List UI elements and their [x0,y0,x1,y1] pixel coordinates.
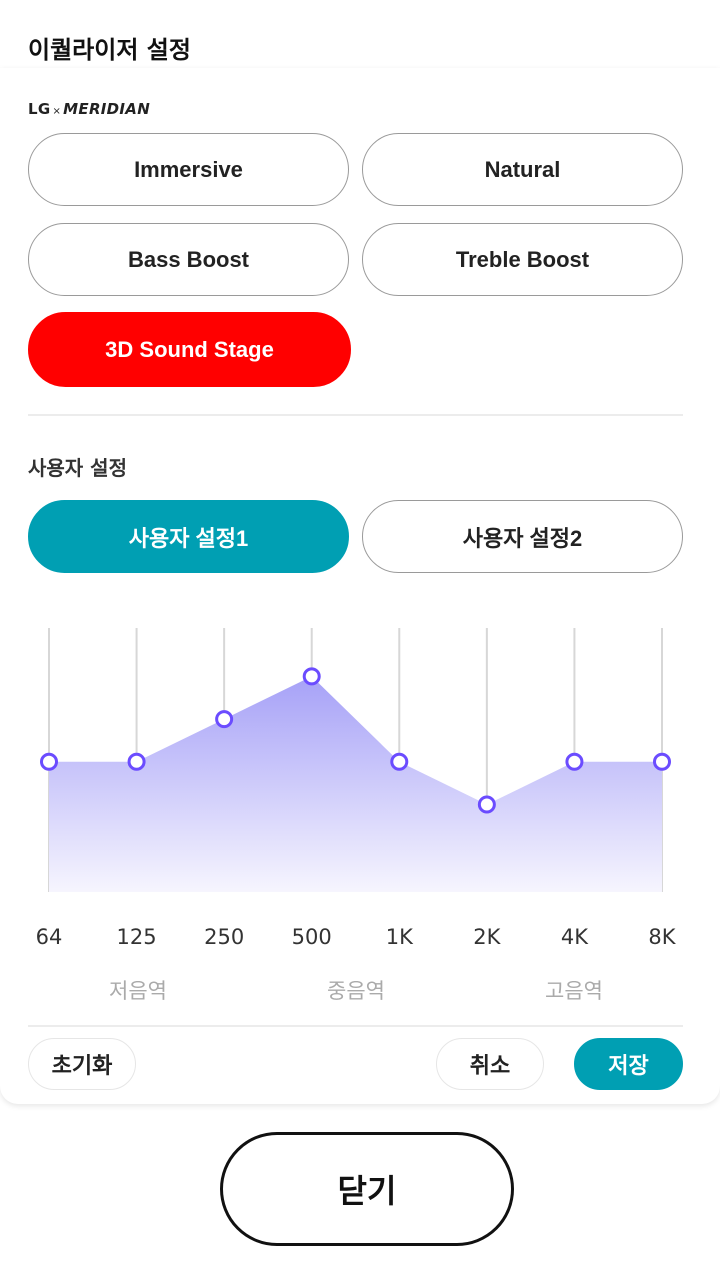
preset-3d-sound-stage-button[interactable]: 3D Sound Stage [28,312,351,387]
preset-bass-boost-button[interactable]: Bass Boost [28,223,349,296]
range-label-1: 중음역 [327,979,385,1003]
band-handle-4K[interactable] [565,752,584,771]
preset-immersive-button[interactable]: Immersive [28,133,349,206]
brand-lg: LG [28,100,51,118]
band-label-8K: 8K [648,925,676,949]
range-label-2: 고음역 [545,979,603,1003]
cancel-button[interactable]: 취소 [436,1038,544,1090]
close-button[interactable]: 닫기 [220,1132,514,1246]
band-handle-2K[interactable] [477,795,496,814]
reset-button[interactable]: 초기화 [28,1038,136,1090]
band-handle-500[interactable] [302,667,321,686]
footer-divider [28,1025,683,1027]
band-handle-250[interactable] [215,710,234,729]
band-label-125: 125 [116,925,157,949]
save-button[interactable]: 저장 [574,1038,683,1090]
lg-meridian-logo: LG × MERIDIAN [28,100,150,118]
band-label-1K: 1K [385,925,413,949]
band-handle-8K[interactable] [653,752,671,771]
band-label-2K: 2K [473,925,501,949]
user-settings-label: 사용자 설정 [28,456,127,480]
band-label-250: 250 [204,925,245,949]
band-label-500: 500 [291,925,332,949]
brand-meridian: MERIDIAN [63,100,151,118]
preset-natural-button[interactable]: Natural [362,133,683,206]
dialog-title: 이퀄라이저 설정 [28,36,191,64]
band-handle-64[interactable] [40,752,58,771]
preset-treble-boost-button[interactable]: Treble Boost [362,223,683,296]
divider [28,414,683,416]
band-label-4K: 4K [560,925,588,949]
range-label-0: 저음역 [109,979,167,1003]
band-handle-1K[interactable] [390,752,409,771]
equalizer-graph[interactable] [0,620,720,900]
band-label-64: 64 [35,925,63,949]
brand-x: × [52,106,62,117]
equalizer-curve-fill [49,676,662,892]
user-setting-2-tab[interactable]: 사용자 설정2 [362,500,683,573]
band-handle-125[interactable] [127,752,146,771]
user-setting-1-tab[interactable]: 사용자 설정1 [28,500,349,573]
